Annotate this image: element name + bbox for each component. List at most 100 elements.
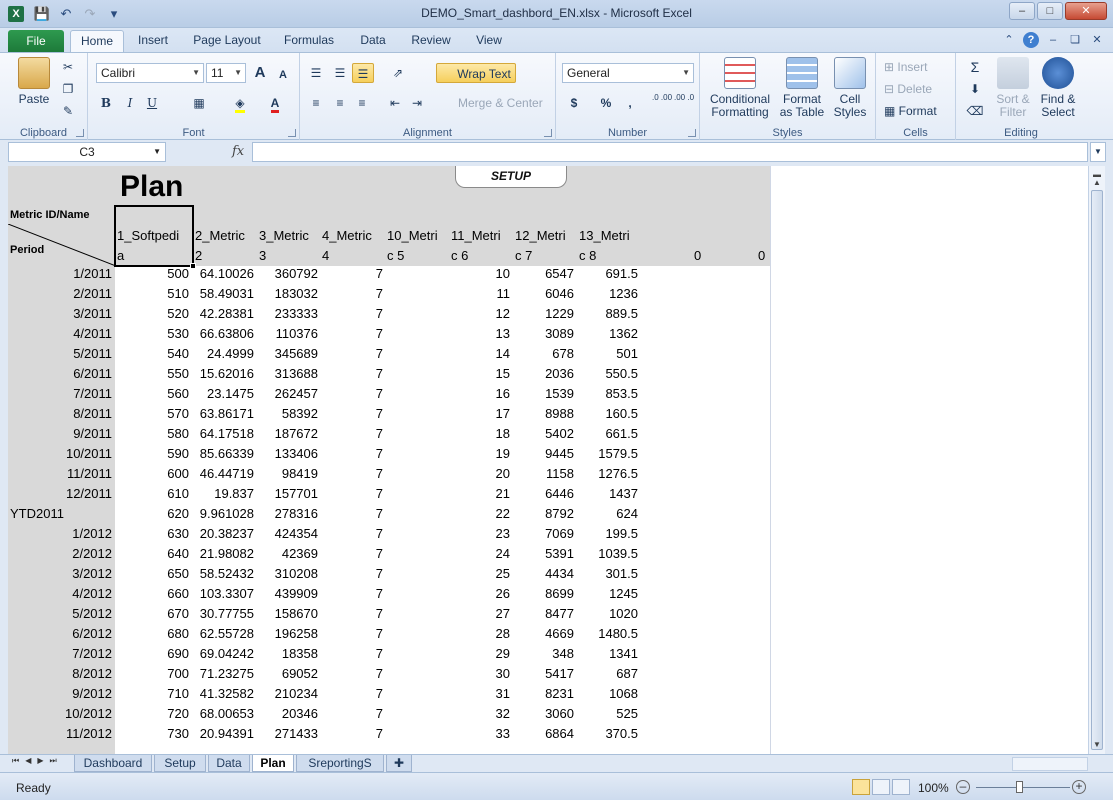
value-cell[interactable]: 7 bbox=[313, 446, 383, 461]
table-row[interactable]: 2/2012 640 21.98082 42369 7 24 5391 1039.5 bbox=[8, 546, 770, 566]
value-cell[interactable]: 21.98082 bbox=[184, 546, 254, 561]
value-cell[interactable]: 853.5 bbox=[568, 386, 638, 401]
value-cell[interactable]: 15.62016 bbox=[184, 366, 254, 381]
column-header[interactable]: 11_Metri bbox=[451, 228, 501, 243]
value-cell[interactable]: 17 bbox=[440, 406, 510, 421]
value-cell[interactable]: 160.5 bbox=[568, 406, 638, 421]
period-cell[interactable]: 2/2012 bbox=[8, 546, 112, 561]
column-header[interactable]: 4_Metric bbox=[322, 228, 372, 243]
value-cell[interactable]: 525 bbox=[568, 706, 638, 721]
value-cell[interactable]: 42369 bbox=[248, 546, 318, 561]
worksheet[interactable]: Plan SETUP Metric ID/Name Period 1_Softp… bbox=[8, 166, 770, 754]
period-cell[interactable]: 7/2012 bbox=[8, 646, 112, 661]
value-cell[interactable]: 710 bbox=[119, 686, 189, 701]
align-middle-icon[interactable]: ☰ bbox=[330, 63, 350, 83]
value-cell[interactable]: 1245 bbox=[568, 586, 638, 601]
value-cell[interactable]: 13 bbox=[440, 326, 510, 341]
italic-button[interactable]: I bbox=[122, 93, 138, 113]
value-cell[interactable]: 7 bbox=[313, 586, 383, 601]
value-cell[interactable]: 7 bbox=[313, 366, 383, 381]
value-cell[interactable]: 700 bbox=[119, 666, 189, 681]
insert-function-icon[interactable]: fx bbox=[232, 144, 244, 159]
insert-sheet-icon[interactable]: ✚ bbox=[386, 755, 412, 772]
value-cell[interactable]: 7 bbox=[313, 286, 383, 301]
value-cell[interactable]: 348 bbox=[504, 646, 574, 661]
zoom-slider[interactable] bbox=[976, 787, 1070, 788]
value-cell[interactable]: 25 bbox=[440, 566, 510, 581]
value-cell[interactable]: 345689 bbox=[248, 346, 318, 361]
minimize-icon[interactable]: – bbox=[1009, 2, 1035, 20]
name-box[interactable]: C3 ▼ bbox=[8, 142, 166, 162]
value-cell[interactable]: 310208 bbox=[248, 566, 318, 581]
value-cell[interactable]: 580 bbox=[119, 426, 189, 441]
format-cells-button[interactable]: ▦ Format bbox=[884, 101, 950, 121]
tab-data[interactable]: Data bbox=[352, 30, 394, 52]
value-cell[interactable]: 500 bbox=[119, 266, 189, 281]
setup-button[interactable]: SETUP bbox=[455, 166, 567, 188]
value-cell[interactable]: 23 bbox=[440, 526, 510, 541]
sheet-tab-plan[interactable]: Plan bbox=[252, 755, 294, 772]
value-cell[interactable]: 7 bbox=[313, 426, 383, 441]
period-cell[interactable]: 8/2012 bbox=[8, 666, 112, 681]
horizontal-scrollbar[interactable] bbox=[1012, 757, 1088, 771]
align-left-icon[interactable]: ≡ bbox=[306, 93, 326, 113]
value-cell[interactable]: 424354 bbox=[248, 526, 318, 541]
restore-workbook-icon[interactable]: ❏ bbox=[1067, 32, 1083, 48]
value-cell[interactable]: 1068 bbox=[568, 686, 638, 701]
value-cell[interactable]: 660 bbox=[119, 586, 189, 601]
increase-decimal-button[interactable]: .0 .00 bbox=[652, 93, 672, 113]
shrink-font-button[interactable]: A bbox=[276, 65, 290, 85]
value-cell[interactable]: 678 bbox=[504, 346, 574, 361]
value-cell[interactable]: 691.5 bbox=[568, 266, 638, 281]
period-cell[interactable]: 4/2012 bbox=[8, 586, 112, 601]
comma-button[interactable]: , bbox=[622, 93, 638, 113]
period-cell[interactable]: 4/2011 bbox=[8, 326, 112, 341]
close-workbook-icon[interactable]: ✕ bbox=[1089, 32, 1105, 48]
value-cell[interactable]: 6547 bbox=[504, 266, 574, 281]
formula-input[interactable] bbox=[252, 142, 1088, 162]
value-cell[interactable]: 68.00653 bbox=[184, 706, 254, 721]
period-cell[interactable]: 1/2012 bbox=[8, 526, 112, 541]
period-cell[interactable]: 6/2011 bbox=[8, 366, 112, 381]
currency-button[interactable]: $ bbox=[566, 93, 582, 113]
value-cell[interactable]: 69052 bbox=[248, 666, 318, 681]
value-cell[interactable]: 271433 bbox=[248, 726, 318, 741]
scroll-down-icon[interactable]: ▼ bbox=[1090, 738, 1104, 752]
scroll-thumb[interactable] bbox=[1091, 190, 1103, 750]
column-header[interactable]: 10_Metri bbox=[387, 228, 438, 243]
value-cell[interactable]: 42.28381 bbox=[184, 306, 254, 321]
value-cell[interactable]: 6446 bbox=[504, 486, 574, 501]
value-cell[interactable]: 550 bbox=[119, 366, 189, 381]
value-cell[interactable]: 63.86171 bbox=[184, 406, 254, 421]
value-cell[interactable]: 23.1475 bbox=[184, 386, 254, 401]
number-launcher-icon[interactable] bbox=[688, 129, 696, 137]
value-cell[interactable]: 19.837 bbox=[184, 486, 254, 501]
value-cell[interactable]: 370.5 bbox=[568, 726, 638, 741]
value-cell[interactable]: 20.94391 bbox=[184, 726, 254, 741]
value-cell[interactable]: 7 bbox=[313, 486, 383, 501]
period-cell[interactable]: 7/2011 bbox=[8, 386, 112, 401]
column-header[interactable]: 2_Metric bbox=[195, 228, 245, 243]
value-cell[interactable]: 301.5 bbox=[568, 566, 638, 581]
value-cell[interactable]: 8988 bbox=[504, 406, 574, 421]
value-cell[interactable]: 7 bbox=[313, 646, 383, 661]
decrease-indent-icon[interactable]: ⇤ bbox=[386, 93, 404, 113]
value-cell[interactable]: 9445 bbox=[504, 446, 574, 461]
table-row[interactable]: YTD2011 620 9.961028 278316 7 22 8792 624 bbox=[8, 506, 770, 526]
merge-center-button[interactable]: Merge & Center bbox=[438, 93, 550, 113]
period-cell[interactable]: 5/2012 bbox=[8, 606, 112, 621]
value-cell[interactable]: 187672 bbox=[248, 426, 318, 441]
sheet-tab-setup[interactable]: Setup bbox=[154, 755, 206, 772]
clipboard-launcher-icon[interactable] bbox=[76, 129, 84, 137]
tab-formulas[interactable]: Formulas bbox=[280, 30, 338, 52]
value-cell[interactable]: 62.55728 bbox=[184, 626, 254, 641]
value-cell[interactable]: 30 bbox=[440, 666, 510, 681]
value-cell[interactable]: 570 bbox=[119, 406, 189, 421]
value-cell[interactable]: 71.23275 bbox=[184, 666, 254, 681]
value-cell[interactable]: 7 bbox=[313, 306, 383, 321]
value-cell[interactable]: 7 bbox=[313, 606, 383, 621]
value-cell[interactable]: 889.5 bbox=[568, 306, 638, 321]
value-cell[interactable]: 610 bbox=[119, 486, 189, 501]
period-cell[interactable]: 11/2011 bbox=[8, 466, 112, 481]
value-cell[interactable]: 1341 bbox=[568, 646, 638, 661]
